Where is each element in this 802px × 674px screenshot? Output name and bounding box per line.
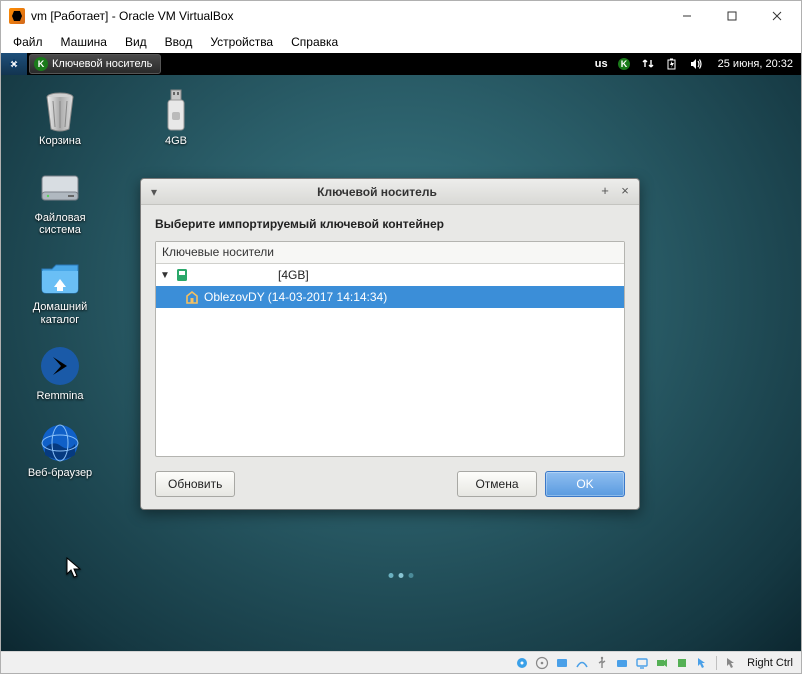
dialog-maximize-button[interactable]: + [597, 184, 613, 200]
desktop-icon-filesystem-label: Файловая система [15, 212, 105, 237]
desktop-icon-home[interactable]: Домашний каталог [15, 255, 105, 326]
tree-node-device[interactable]: ▼ [4GB] [156, 264, 624, 286]
expand-toggle-icon[interactable]: ▼ [160, 270, 170, 281]
container-node-icon [184, 289, 200, 305]
desktop-icon-remmina[interactable]: Remmina [15, 344, 105, 403]
status-network-icon[interactable] [574, 655, 590, 671]
minimize-button[interactable] [664, 2, 709, 30]
clock[interactable]: 25 июня, 20:32 [710, 58, 801, 70]
vbox-menubar: Файл Машина Вид Ввод Устройства Справка [1, 31, 801, 53]
cancel-button[interactable]: Отмена [457, 471, 537, 497]
dialog-close-button[interactable]: × [617, 184, 633, 200]
menu-file[interactable]: Файл [5, 33, 51, 51]
status-optical-icon[interactable] [534, 655, 550, 671]
globe-browser-icon [38, 421, 82, 465]
desktop-icon-browser[interactable]: Веб-браузер [15, 421, 105, 480]
tree-node-container-label: OblezovDY (14-03-2017 14:14:34) [204, 290, 387, 304]
svg-text:K: K [620, 59, 627, 69]
crypto-app-icon [34, 57, 48, 71]
mouse-cursor-icon [66, 557, 84, 581]
crypto-tray-icon[interactable]: K [616, 56, 632, 72]
network-icon[interactable] [640, 56, 656, 72]
maximize-button[interactable] [709, 2, 754, 30]
desktop-icon-usb-label: 4GB [165, 135, 187, 147]
vbox-status-bar: Right Ctrl [1, 651, 801, 673]
drive-node-icon [174, 267, 190, 283]
volume-icon[interactable] [688, 56, 704, 72]
ok-button[interactable]: OK [545, 471, 625, 497]
battery-icon[interactable] [664, 56, 680, 72]
refresh-button[interactable]: Обновить [155, 471, 235, 497]
folder-home-icon [38, 255, 82, 299]
loading-spinner [389, 573, 414, 578]
trash-icon [38, 89, 82, 133]
taskbar-window-title: Ключевой носитель [52, 58, 152, 70]
keyboard-layout-indicator[interactable]: us [595, 58, 608, 70]
tree-column-header[interactable]: Ключевые носители [156, 242, 624, 264]
usb-drive-icon [154, 89, 198, 133]
xfce-top-panel: Ключевой носитель us K 25 июня, 20:32 [1, 53, 801, 75]
status-audio-icon[interactable] [554, 655, 570, 671]
menu-machine[interactable]: Машина [53, 33, 115, 51]
desktop-icon-home-label: Домашний каталог [15, 301, 105, 326]
status-hostkey-icon[interactable] [723, 655, 739, 671]
status-hostkey-label: Right Ctrl [743, 657, 797, 669]
close-button[interactable] [754, 2, 799, 30]
vbox-window-title: vm [Работает] - Oracle VM VirtualBox [31, 9, 664, 23]
virtualbox-app-icon [9, 8, 25, 24]
menu-input[interactable]: Ввод [157, 33, 201, 51]
menu-help[interactable]: Справка [283, 33, 346, 51]
guest-desktop[interactable]: Ключевой носитель us K 25 июня, 20:32 [1, 53, 801, 651]
applications-menu-button[interactable] [1, 53, 27, 75]
desktop-icon-usb[interactable]: 4GB [131, 89, 221, 147]
key-media-tree[interactable]: Ключевые носители ▼ [4GB] [155, 241, 625, 457]
status-display-icon[interactable] [634, 655, 650, 671]
status-shared-folder-icon[interactable] [614, 655, 630, 671]
dialog-instruction: Выберите импортируемый ключевой контейне… [155, 217, 625, 231]
desktop-icon-trash-label: Корзина [39, 135, 81, 148]
taskbar-active-window[interactable]: Ключевой носитель [29, 54, 161, 74]
vbox-titlebar[interactable]: vm [Работает] - Oracle VM VirtualBox [1, 1, 801, 31]
virtualbox-window: vm [Работает] - Oracle VM VirtualBox Фай… [0, 0, 802, 674]
dialog-title: Ключевой носитель [161, 185, 593, 199]
key-media-dialog: ▾ Ключевой носитель + × Выберите импорти… [140, 178, 640, 510]
status-mouse-integration-icon[interactable] [694, 655, 710, 671]
tree-node-device-label: [4GB] [278, 268, 309, 282]
desktop-icon-remmina-label: Remmina [36, 390, 83, 403]
status-harddisk-icon[interactable] [514, 655, 530, 671]
status-cpu-icon[interactable] [674, 655, 690, 671]
system-tray: us K [589, 56, 710, 72]
menu-devices[interactable]: Устройства [202, 33, 281, 51]
desktop-icon-filesystem[interactable]: Файловая система [15, 166, 105, 237]
desktop-icon-browser-label: Веб-браузер [28, 467, 92, 480]
tree-node-container[interactable]: OblezovDY (14-03-2017 14:14:34) [156, 286, 624, 308]
dialog-window-menu-button[interactable]: ▾ [147, 185, 161, 199]
dialog-titlebar[interactable]: ▾ Ключевой носитель + × [141, 179, 639, 205]
status-usb-icon[interactable] [594, 655, 610, 671]
harddisk-icon [38, 166, 82, 210]
status-recording-icon[interactable] [654, 655, 670, 671]
remmina-icon [38, 344, 82, 388]
desktop-icon-trash[interactable]: Корзина [15, 89, 105, 148]
desktop-icons-area: Корзина Файловая система Домашний катало… [15, 89, 115, 479]
menu-view[interactable]: Вид [117, 33, 155, 51]
